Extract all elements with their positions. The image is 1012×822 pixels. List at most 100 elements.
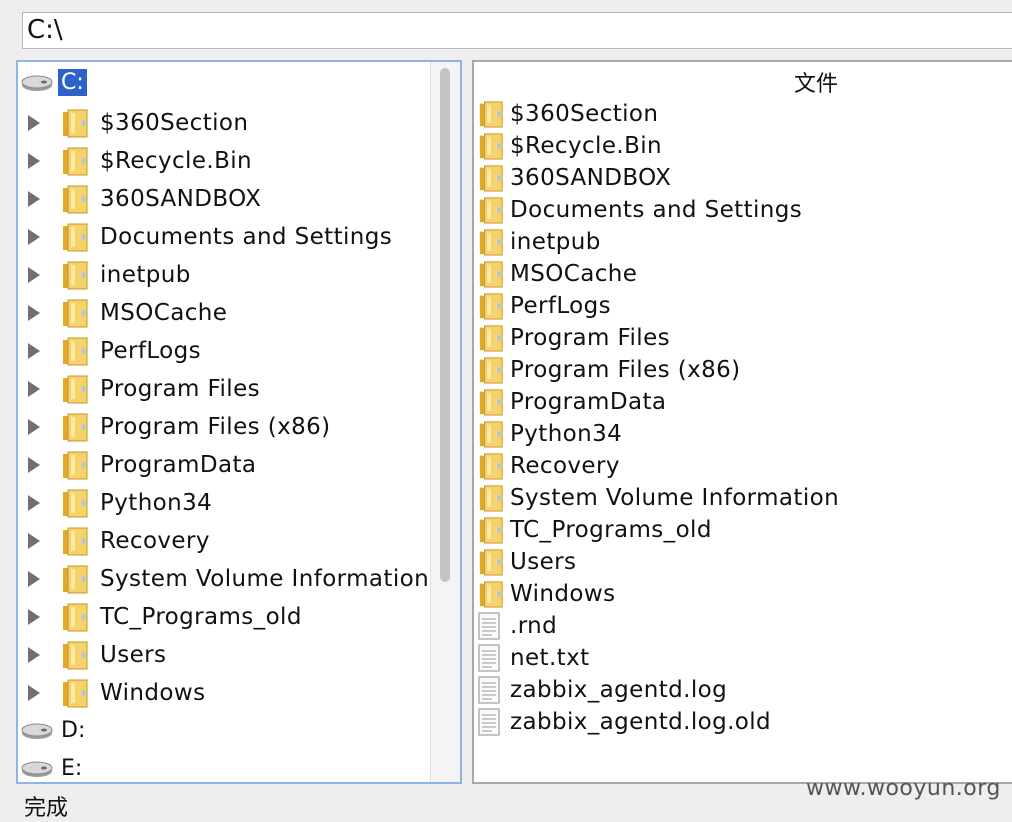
list-item[interactable]: ProgramData: [478, 386, 666, 418]
tree-item[interactable]: 360SANDBOX: [28, 180, 261, 218]
list-item-label: .rnd: [510, 613, 558, 639]
file-list[interactable]: 文件 $360Section $Recycle.Bin 360SANDBOX Docu…: [472, 60, 1012, 784]
tree-item[interactable]: Users: [28, 636, 166, 674]
list-item-label: net.txt: [510, 645, 590, 671]
expand-arrow-icon[interactable]: [28, 229, 40, 245]
expand-arrow-icon[interactable]: [28, 267, 40, 283]
folder-icon: [63, 451, 88, 480]
tree-item-label: Program Files (x86): [100, 414, 331, 440]
list-item-label: zabbix_agentd.log: [510, 677, 728, 703]
list-item[interactable]: $360Section: [478, 98, 658, 130]
list-item[interactable]: Python34: [478, 418, 622, 450]
tree-item[interactable]: Program Files: [28, 370, 260, 408]
expand-arrow-icon[interactable]: [28, 381, 40, 397]
list-item-label: Python34: [510, 421, 623, 447]
tree-item-label: TC_Programs_old: [100, 604, 302, 630]
list-item[interactable]: Program Files: [478, 322, 670, 354]
list-item[interactable]: net.txt: [478, 642, 590, 674]
tree-drive-e[interactable]: E:: [20, 750, 85, 782]
tree-item[interactable]: $Recycle.Bin: [28, 142, 252, 180]
text-file-icon: [478, 708, 500, 736]
tree-item[interactable]: Documents and Settings: [28, 218, 392, 256]
folder-icon: [63, 489, 88, 518]
list-item[interactable]: Documents and Settings: [478, 194, 802, 226]
folder-icon: [63, 413, 88, 442]
folder-icon: [479, 101, 503, 128]
tree-item[interactable]: System Volume Information: [28, 560, 429, 598]
list-item-label: System Volume Information: [510, 485, 840, 511]
expand-arrow-icon[interactable]: [28, 533, 40, 549]
tree-item-label: Program Files: [100, 376, 261, 402]
hard-drive-icon: [21, 75, 53, 91]
expand-arrow-icon[interactable]: [28, 419, 40, 435]
folder-icon: [63, 299, 88, 328]
folder-tree[interactable]: C: $360Section $Recycle.Bin 360SANDBOX Docum…: [16, 60, 462, 784]
tree-drive-c[interactable]: C:: [20, 64, 87, 100]
list-item[interactable]: zabbix_agentd.log: [478, 674, 727, 706]
hard-drive-icon: [21, 723, 53, 739]
list-item[interactable]: 360SANDBOX: [478, 162, 671, 194]
list-item-label: Program Files: [510, 325, 671, 351]
tree-item[interactable]: Python34: [28, 484, 212, 522]
list-item-label: $Recycle.Bin: [510, 133, 663, 159]
path-field[interactable]: C:\: [22, 12, 1012, 49]
expand-arrow-icon[interactable]: [28, 191, 40, 207]
expand-arrow-icon[interactable]: [28, 685, 40, 701]
tree-item[interactable]: $360Section: [28, 104, 248, 142]
expand-arrow-icon[interactable]: [28, 609, 40, 625]
tree-item-label: PerfLogs: [100, 338, 202, 364]
list-item[interactable]: $Recycle.Bin: [478, 130, 662, 162]
expand-arrow-icon[interactable]: [28, 647, 40, 663]
folder-icon: [479, 357, 503, 384]
expand-arrow-icon[interactable]: [28, 115, 40, 131]
expand-arrow-icon[interactable]: [28, 495, 40, 511]
folder-icon: [63, 109, 88, 138]
list-item[interactable]: Program Files (x86): [478, 354, 741, 386]
tree-drive-d[interactable]: D:: [20, 712, 88, 748]
folder-icon: [63, 565, 88, 594]
tree-item[interactable]: Recovery: [28, 522, 210, 560]
drive-label: C:: [58, 68, 87, 96]
list-item[interactable]: zabbix_agentd.log.old: [478, 706, 771, 738]
expand-arrow-icon[interactable]: [28, 153, 40, 169]
tree-item-label: ProgramData: [100, 452, 257, 478]
tree-item[interactable]: PerfLogs: [28, 332, 201, 370]
list-item[interactable]: Windows: [478, 578, 615, 610]
list-item[interactable]: Users: [478, 546, 576, 578]
list-item[interactable]: Recovery: [478, 450, 620, 482]
list-item[interactable]: TC_Programs_old: [478, 514, 712, 546]
tree-scrollbar-thumb[interactable]: [440, 68, 450, 582]
list-item[interactable]: .rnd: [478, 610, 557, 642]
list-item-label: Recovery: [510, 453, 620, 479]
list-item-label: zabbix_agentd.log.old: [510, 709, 772, 735]
list-item[interactable]: PerfLogs: [478, 290, 611, 322]
tree-scrollbar[interactable]: [430, 62, 460, 782]
expand-arrow-icon[interactable]: [28, 305, 40, 321]
folder-icon: [479, 229, 503, 256]
text-file-icon: [478, 612, 500, 640]
tree-item[interactable]: Program Files (x86): [28, 408, 331, 446]
list-item[interactable]: System Volume Information: [478, 482, 839, 514]
folder-icon: [63, 641, 88, 670]
list-item[interactable]: inetpub: [478, 226, 601, 258]
folder-icon: [63, 375, 88, 404]
status-text: 完成: [24, 796, 69, 821]
folder-icon: [479, 549, 503, 576]
tree-item[interactable]: Windows: [28, 674, 205, 712]
tree-item[interactable]: inetpub: [28, 256, 191, 294]
tree-item[interactable]: MSOCache: [28, 294, 227, 332]
list-item[interactable]: MSOCache: [478, 258, 637, 290]
expand-arrow-icon[interactable]: [28, 457, 40, 473]
expand-arrow-icon[interactable]: [28, 571, 40, 587]
folder-icon: [479, 261, 503, 288]
hard-drive-icon: [21, 761, 53, 777]
list-item-label: TC_Programs_old: [510, 517, 712, 543]
tree-item-label: Recovery: [100, 528, 210, 554]
tree-item-label: $360Section: [100, 110, 249, 136]
tree-item[interactable]: ProgramData: [28, 446, 256, 484]
file-list-header[interactable]: 文件: [474, 66, 1012, 98]
folder-icon: [63, 147, 88, 176]
expand-arrow-icon[interactable]: [28, 343, 40, 359]
tree-item[interactable]: TC_Programs_old: [28, 598, 302, 636]
folder-icon: [479, 293, 503, 320]
